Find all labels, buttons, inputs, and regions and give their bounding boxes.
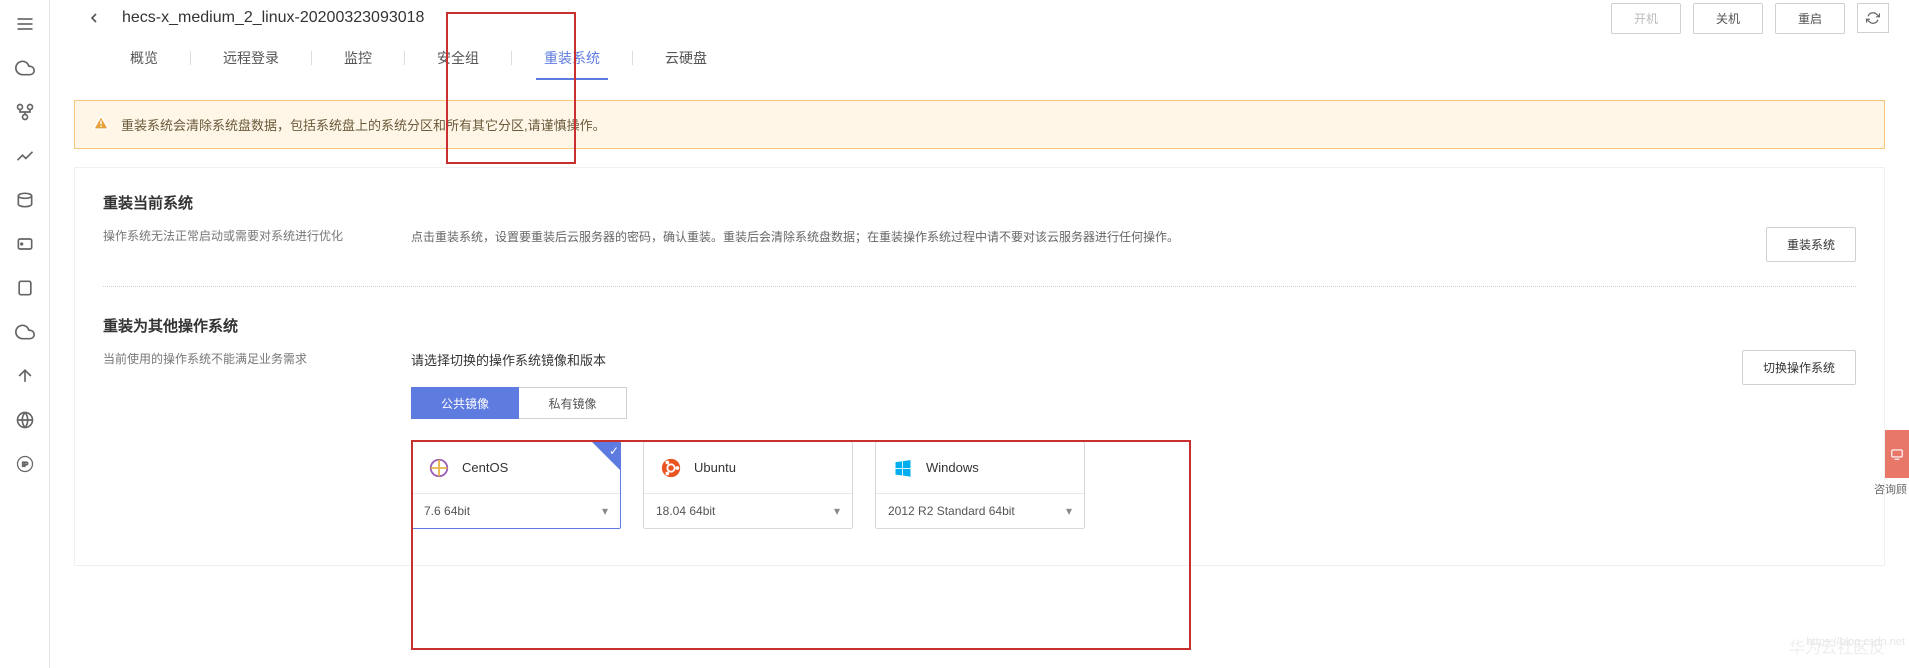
- os-options: CentOS 7.6 64bit ▾: [411, 441, 1688, 529]
- os-card-windows[interactable]: Windows 2012 R2 Standard 64bit ▾: [875, 441, 1085, 529]
- tab-remote-login[interactable]: 远程登录: [219, 36, 283, 80]
- os-name: Windows: [926, 460, 979, 475]
- tab-overview[interactable]: 概览: [126, 36, 162, 80]
- version-select-windows[interactable]: 2012 R2 Standard 64bit ▾: [876, 494, 1084, 528]
- feedback-label: 咨询顾: [1874, 484, 1907, 497]
- server-icon[interactable]: [7, 226, 43, 262]
- tab-monitor[interactable]: 监控: [340, 36, 376, 80]
- feedback-float-button[interactable]: [1885, 430, 1909, 478]
- tab-security-group[interactable]: 安全组: [433, 36, 483, 80]
- warning-banner: 重装系统会清除系统盘数据，包括系统盘上的系统分区和所有其它分区,请谨慎操作。: [74, 100, 1885, 149]
- storage-icon[interactable]: [7, 182, 43, 218]
- reinstall-button[interactable]: 重装系统: [1766, 227, 1856, 262]
- main-content: hecs-x_medium_2_linux-20200323093018 开机 …: [50, 0, 1909, 668]
- selected-check-icon: [592, 442, 620, 470]
- restart-button[interactable]: 重启: [1775, 3, 1845, 34]
- warning-text: 重装系统会清除系统盘数据，包括系统盘上的系统分区和所有其它分区,请谨慎操作。: [121, 115, 606, 134]
- private-image-tab[interactable]: 私有镜像: [519, 387, 627, 419]
- backup-icon[interactable]: [7, 314, 43, 350]
- monitor-icon[interactable]: [7, 138, 43, 174]
- back-button[interactable]: [80, 4, 108, 32]
- chevron-down-icon: ▾: [1066, 504, 1072, 518]
- reinstall-card: 重装当前系统 操作系统无法正常启动或需要对系统进行优化 点击重装系统，设置要重装…: [74, 167, 1885, 566]
- header: hecs-x_medium_2_linux-20200323093018 开机 …: [50, 0, 1909, 36]
- globe-icon[interactable]: [7, 402, 43, 438]
- version-select-centos[interactable]: 7.6 64bit ▾: [412, 494, 620, 528]
- os-name: Ubuntu: [694, 460, 736, 475]
- switch-hint: 请选择切换的操作系统镜像和版本: [411, 350, 1688, 369]
- reinstall-subtitle: 操作系统无法正常启动或需要对系统进行优化: [103, 227, 393, 244]
- windows-icon: [892, 457, 914, 479]
- switch-subtitle: 当前使用的操作系统不能满足业务需求: [103, 350, 393, 367]
- ip-icon[interactable]: IP: [7, 446, 43, 482]
- watermark-blog: https://blog.csdn.net: [1807, 636, 1905, 648]
- os-card-centos[interactable]: CentOS 7.6 64bit ▾: [411, 441, 621, 529]
- ubuntu-icon: [660, 457, 682, 479]
- reinstall-title: 重装当前系统: [103, 192, 1856, 213]
- tab-cloud-disk[interactable]: 云硬盘: [661, 36, 711, 80]
- menu-icon[interactable]: [7, 6, 43, 42]
- chevron-down-icon: ▾: [834, 504, 840, 518]
- cloud-icon[interactable]: [7, 50, 43, 86]
- send-icon[interactable]: [7, 358, 43, 394]
- content-area: 重装系统会清除系统盘数据，包括系统盘上的系统分区和所有其它分区,请谨慎操作。 重…: [50, 80, 1909, 668]
- page-title: hecs-x_medium_2_linux-20200323093018: [122, 9, 424, 27]
- start-button[interactable]: 开机: [1611, 3, 1681, 34]
- version-select-ubuntu[interactable]: 18.04 64bit ▾: [644, 494, 852, 528]
- refresh-button[interactable]: [1857, 3, 1889, 33]
- divider: [103, 286, 1856, 287]
- public-image-tab[interactable]: 公共镜像: [411, 387, 519, 419]
- disk-icon[interactable]: [7, 270, 43, 306]
- switch-os-button[interactable]: 切换操作系统: [1742, 350, 1856, 385]
- chevron-down-icon: ▾: [602, 504, 608, 518]
- image-type-tabs: 公共镜像 私有镜像: [411, 387, 1688, 419]
- reinstall-desc: 点击重装系统，设置要重装后云服务器的密码，确认重装。重装后会清除系统盘数据；在重…: [411, 227, 1688, 249]
- os-card-ubuntu[interactable]: Ubuntu 18.04 64bit ▾: [643, 441, 853, 529]
- centos-icon: [428, 457, 450, 479]
- switch-title: 重装为其他操作系统: [103, 315, 1856, 336]
- tabs: 概览 远程登录 监控 安全组 重装系统 云硬盘: [50, 36, 1909, 80]
- warning-icon: [93, 115, 109, 134]
- tab-reinstall-system[interactable]: 重装系统: [540, 36, 604, 80]
- svg-text:IP: IP: [21, 462, 28, 469]
- os-name: CentOS: [462, 460, 508, 475]
- network-icon[interactable]: [7, 94, 43, 130]
- left-nav-rail: IP: [0, 0, 50, 668]
- stop-button[interactable]: 关机: [1693, 3, 1763, 34]
